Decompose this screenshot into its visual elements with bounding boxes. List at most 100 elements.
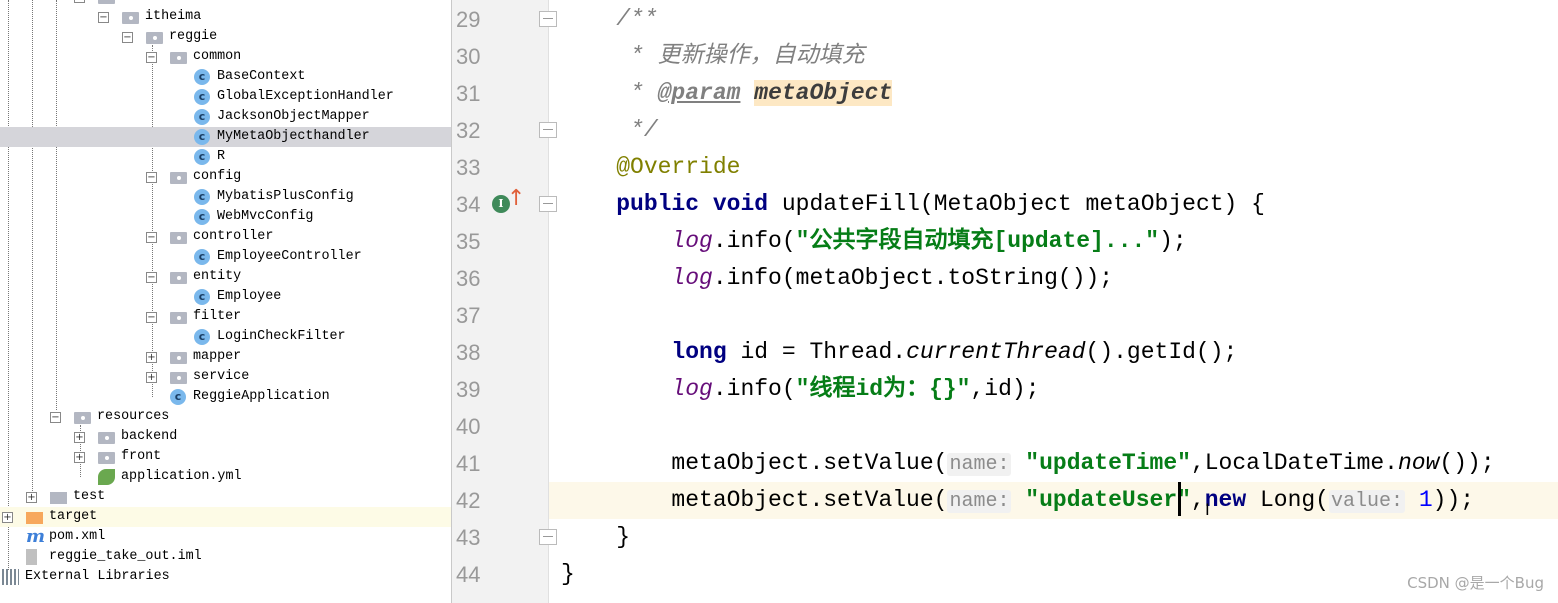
collapse-icon[interactable]: − bbox=[74, 0, 85, 3]
code-line[interactable] bbox=[549, 297, 1558, 334]
code-token: void bbox=[712, 191, 769, 217]
tree-item[interactable]: External Libraries bbox=[0, 567, 451, 587]
code-token: 1 bbox=[1418, 487, 1433, 513]
tree-item[interactable]: c MyMetaObjecthandler bbox=[0, 127, 451, 147]
collapse-icon[interactable]: − bbox=[146, 172, 157, 183]
collapse-icon[interactable]: − bbox=[146, 52, 157, 63]
collapse-icon[interactable]: − bbox=[146, 232, 157, 243]
tree-item[interactable]: + test bbox=[0, 487, 451, 507]
code-line[interactable]: @Override bbox=[549, 149, 1558, 186]
class-icon: c bbox=[194, 109, 210, 125]
code-line[interactable]: /** bbox=[549, 1, 1558, 38]
module-file-icon bbox=[26, 549, 37, 565]
code-token: "公共字段自动填充[update]..." bbox=[795, 228, 1160, 254]
code-line[interactable]: * 更新操作，自动填充 bbox=[549, 38, 1558, 75]
tree-item-label: ReggieApplication bbox=[193, 389, 330, 404]
folder-plain-icon bbox=[50, 492, 67, 504]
code-line[interactable]: */ bbox=[549, 112, 1558, 149]
expand-icon[interactable]: + bbox=[74, 432, 85, 443]
fold-marker-icon[interactable] bbox=[539, 196, 557, 212]
tree-item[interactable]: cR bbox=[0, 147, 451, 167]
tree-item[interactable]: c GlobalExceptionHandler bbox=[0, 87, 451, 107]
tree-item[interactable]: + front bbox=[0, 447, 451, 467]
tree-item[interactable]: − reggie bbox=[0, 27, 451, 47]
collapse-icon[interactable]: − bbox=[98, 12, 109, 23]
code-line[interactable]: * @param metaObject bbox=[549, 75, 1558, 112]
tree-item[interactable]: c MybatisPlusConfig bbox=[0, 187, 451, 207]
code-token: now bbox=[1397, 450, 1440, 476]
tree-item[interactable]: m pom.xml bbox=[0, 527, 451, 547]
tree-item-label: application.yml bbox=[121, 469, 242, 484]
tree-item-label: MybatisPlusConfig bbox=[217, 189, 354, 204]
project-tree[interactable]: −com−itheima−reggie−commoncBaseContextcG… bbox=[0, 0, 452, 603]
expand-icon[interactable]: + bbox=[146, 352, 157, 363]
code-token: Long( bbox=[1246, 487, 1329, 513]
tree-item[interactable]: c LoginCheckFilter bbox=[0, 327, 451, 347]
code-line[interactable]: log.info("线程id为：{}",id); bbox=[549, 371, 1558, 408]
tree-item[interactable]: c ReggieApplication bbox=[0, 387, 451, 407]
collapse-icon[interactable]: − bbox=[122, 32, 133, 43]
tree-item-label: EmployeeController bbox=[217, 249, 362, 264]
tree-item-label: GlobalExceptionHandler bbox=[217, 89, 394, 104]
line-number: 44 bbox=[456, 562, 481, 587]
class-icon: c bbox=[194, 129, 210, 145]
tree-item[interactable]: c Employee bbox=[0, 287, 451, 307]
tree-item[interactable]: reggie_take_out.iml bbox=[0, 547, 451, 567]
expand-icon[interactable]: + bbox=[26, 492, 37, 503]
override-arrow-icon[interactable]: ↑ bbox=[507, 186, 525, 211]
code-token: ,LocalDateTime. bbox=[1190, 450, 1398, 476]
fold-marker-icon[interactable] bbox=[539, 122, 557, 138]
expand-icon[interactable]: + bbox=[74, 452, 85, 463]
tree-item[interactable]: c BaseContext bbox=[0, 67, 451, 87]
tree-item-label: Employee bbox=[217, 289, 282, 304]
class-icon: c bbox=[194, 249, 210, 265]
tree-item[interactable]: − filter bbox=[0, 307, 451, 327]
resources-folder-icon bbox=[74, 412, 91, 424]
folder-icon bbox=[170, 272, 187, 284]
collapse-icon[interactable]: − bbox=[50, 412, 61, 423]
line-number: 30 bbox=[456, 44, 481, 69]
tree-item-label: LoginCheckFilter bbox=[217, 329, 346, 344]
tree-item[interactable]: − com bbox=[0, 0, 451, 7]
code-editor[interactable]: /** * 更新操作，自动填充 * @param metaObject */ @… bbox=[549, 0, 1558, 603]
code-line[interactable]: metaObject.setValue(name: "updateUser",n… bbox=[549, 482, 1558, 519]
tree-item[interactable]: c WebMvcConfig bbox=[0, 207, 451, 227]
collapse-icon[interactable]: − bbox=[146, 312, 157, 323]
tree-item[interactable]: c JacksonObjectMapper bbox=[0, 107, 451, 127]
tree-item[interactable]: c EmployeeController bbox=[0, 247, 451, 267]
tree-item[interactable]: + service bbox=[0, 367, 451, 387]
tree-item-label: pom.xml bbox=[49, 529, 106, 544]
fold-marker-icon[interactable] bbox=[539, 11, 557, 27]
tree-item-label: config bbox=[193, 169, 242, 184]
tree-item[interactable]: − itheima bbox=[0, 7, 451, 27]
code-line[interactable]: log.info("公共字段自动填充[update]..."); bbox=[549, 223, 1558, 260]
tree-item[interactable]: − entity bbox=[0, 267, 451, 287]
code-line[interactable]: metaObject.setValue(name: "updateTime",L… bbox=[549, 445, 1558, 482]
collapse-icon[interactable]: − bbox=[146, 272, 157, 283]
tree-item[interactable]: + backend bbox=[0, 427, 451, 447]
tree-item[interactable]: − common bbox=[0, 47, 451, 67]
tree-item-label: MyMetaObjecthandler bbox=[217, 129, 370, 144]
expand-icon[interactable]: + bbox=[146, 372, 157, 383]
line-number: 33 bbox=[456, 155, 481, 180]
code-line[interactable]: public void updateFill(MetaObject metaOb… bbox=[549, 186, 1558, 223]
code-line[interactable]: log.info(metaObject.toString()); bbox=[549, 260, 1558, 297]
code-line[interactable] bbox=[549, 408, 1558, 445]
tree-item[interactable]: + target bbox=[0, 507, 451, 527]
class-icon: c bbox=[194, 69, 210, 85]
folder-orange-icon bbox=[26, 512, 43, 524]
expand-icon[interactable]: + bbox=[2, 512, 13, 523]
tree-item[interactable]: − config bbox=[0, 167, 451, 187]
tree-item[interactable]: − resources bbox=[0, 407, 451, 427]
code-token: public bbox=[616, 191, 700, 217]
tree-item[interactable]: application.yml bbox=[0, 467, 451, 487]
line-number: 39 bbox=[456, 377, 481, 402]
tree-item[interactable]: + mapper bbox=[0, 347, 451, 367]
code-line[interactable]: } bbox=[549, 519, 1558, 556]
code-line[interactable]: long id = Thread.currentThread().getId()… bbox=[549, 334, 1558, 371]
fold-marker-icon[interactable] bbox=[539, 529, 557, 545]
tree-item[interactable]: − controller bbox=[0, 227, 451, 247]
